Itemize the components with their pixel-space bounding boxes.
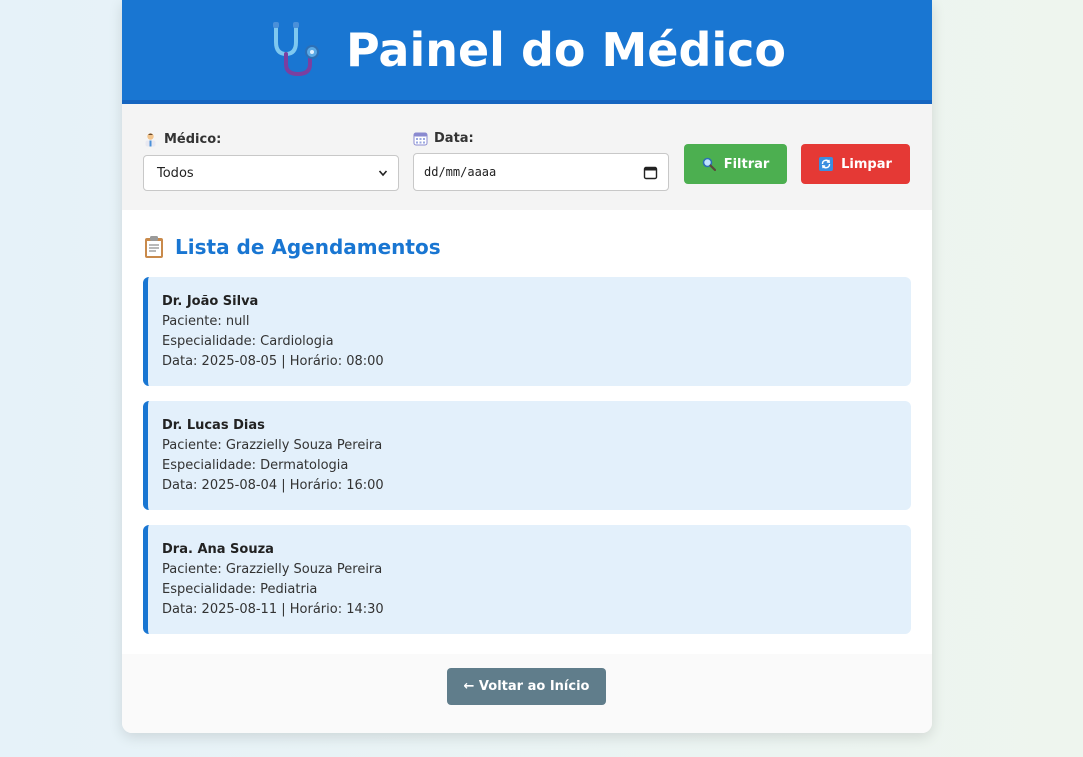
clipboard-icon: [145, 236, 163, 258]
search-icon: [702, 157, 716, 171]
appointment-doctor: Dra. Ana Souza: [162, 542, 274, 557]
clear-button-label: Limpar: [841, 156, 892, 172]
date-field: Data: dd/mm/aaaa: [413, 128, 669, 191]
appointment-datetime: Data: 2025-08-05 | Horário: 08:00: [162, 354, 384, 369]
page-header: Painel do Médico: [122, 0, 932, 104]
date-input[interactable]: dd/mm/aaaa: [413, 153, 669, 191]
appointment-patient: Paciente: Grazzielly Souza Pereira: [162, 438, 383, 453]
section-title-text: Lista de Agendamentos: [175, 235, 441, 259]
refresh-icon: [819, 157, 834, 171]
date-placeholder: dd/mm/aaaa: [424, 165, 497, 179]
appointment-card: Dr. João Silva Paciente: null Especialid…: [143, 277, 911, 386]
appointment-specialty: Especialidade: Pediatria: [162, 582, 318, 597]
doctor-field: Médico: Todos: [143, 129, 399, 191]
page-title: Painel do Médico: [345, 23, 787, 77]
doctor-select-value: Todos: [157, 165, 194, 181]
appointment-datetime: Data: 2025-08-11 | Horário: 14:30: [162, 602, 384, 617]
filter-button-label: Filtrar: [723, 156, 770, 172]
header-title-group: Painel do Médico: [268, 20, 786, 80]
appointments-section: Lista de Agendamentos Dr. João Silva Pac…: [122, 210, 932, 654]
filter-button[interactable]: Filtrar: [684, 144, 787, 184]
section-title: Lista de Agendamentos: [143, 234, 911, 260]
doctor-label-text: Médico:: [164, 131, 222, 147]
appointment-specialty: Especialidade: Cardiologia: [162, 334, 334, 349]
date-label-text: Data:: [434, 130, 474, 146]
appointment-patient: Paciente: null: [162, 314, 250, 329]
doctor-label: Médico:: [143, 129, 399, 149]
clear-button[interactable]: Limpar: [801, 144, 910, 184]
date-label: Data:: [413, 128, 669, 148]
appointment-doctor: Dr. Lucas Dias: [162, 418, 265, 433]
appointment-doctor: Dr. João Silva: [162, 294, 259, 309]
doctor-icon: [145, 132, 156, 146]
page-footer: ← Voltar ao Início: [122, 654, 932, 733]
dashboard-card: Painel do Médico Médico: Todos Data: dd/…: [122, 0, 932, 733]
stethoscope-icon: [272, 22, 319, 77]
calendar-picker-icon[interactable]: [643, 165, 658, 180]
appointment-datetime: Data: 2025-08-04 | Horário: 16:00: [162, 478, 384, 493]
doctor-select[interactable]: Todos: [143, 155, 399, 191]
back-home-button[interactable]: ← Voltar ao Início: [447, 668, 606, 705]
appointment-patient: Paciente: Grazzielly Souza Pereira: [162, 562, 383, 577]
appointment-specialty: Especialidade: Dermatologia: [162, 458, 349, 473]
calendar-icon: [413, 132, 428, 145]
appointment-card: Dr. Lucas Dias Paciente: Grazzielly Souz…: [143, 401, 911, 510]
appointment-card: Dra. Ana Souza Paciente: Grazzielly Souz…: [143, 525, 911, 634]
appointments-list: Dr. João Silva Paciente: null Especialid…: [143, 277, 911, 634]
chevron-down-icon: [378, 170, 388, 177]
